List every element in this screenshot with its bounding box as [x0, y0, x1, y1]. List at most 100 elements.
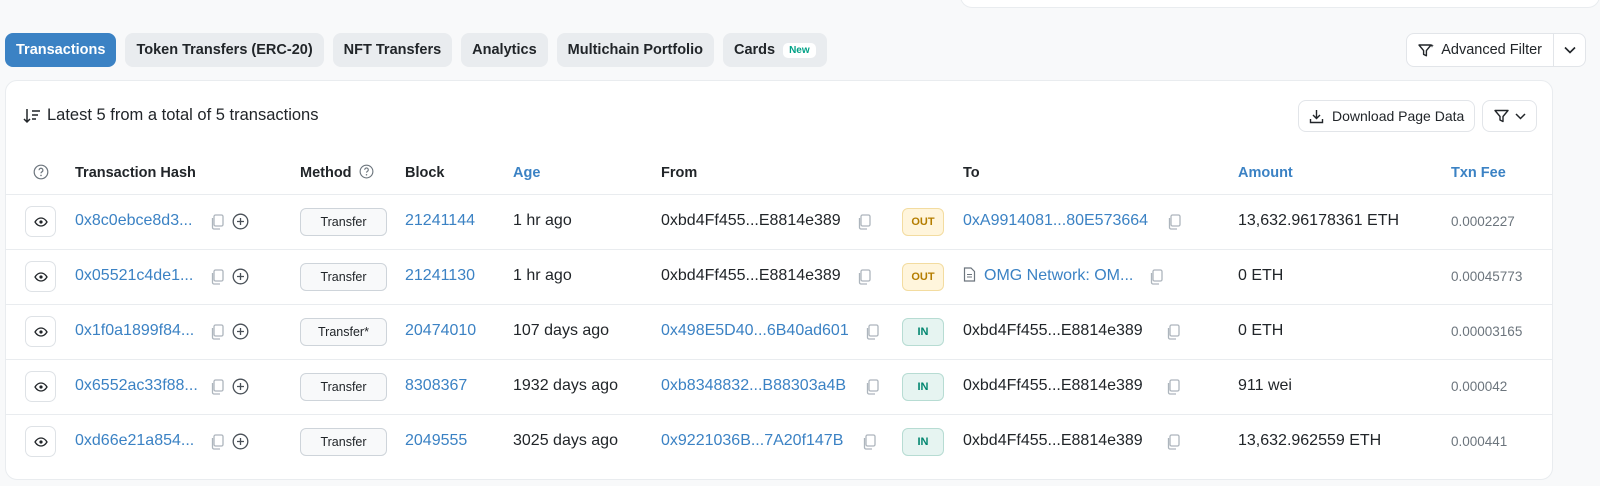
amount-text: 13,632.962559 ETH [1238, 432, 1382, 449]
preview-button[interactable] [25, 316, 56, 347]
transaction-hash-link[interactable]: 0x05521c4de1... [75, 267, 193, 285]
copy-from[interactable] [862, 433, 876, 451]
method-badge: Transfer [300, 428, 387, 456]
from-address[interactable]: 0xb8348832...B88303a4B [661, 377, 846, 395]
copy-icon[interactable] [862, 434, 876, 450]
add-note[interactable] [232, 268, 249, 286]
tab-nft-transfers[interactable]: NFT Transfers [332, 33, 453, 67]
filter-dropdown-button[interactable] [1482, 100, 1537, 132]
add-note[interactable] [232, 213, 249, 231]
new-badge: New [783, 42, 816, 58]
block-link[interactable]: 8308367 [405, 377, 467, 395]
tab-label: Token Transfers (ERC-20) [136, 42, 313, 58]
tab-bar: Transactions Token Transfers (ERC-20) NF… [5, 33, 827, 67]
download-label: Download Page Data [1332, 108, 1465, 124]
copy-hash[interactable] [210, 378, 224, 396]
eye-icon [33, 271, 48, 282]
add-note[interactable] [232, 433, 249, 451]
copy-hash[interactable] [210, 323, 224, 341]
copy-icon[interactable] [1149, 269, 1163, 285]
eye-icon [33, 436, 48, 447]
to-address[interactable]: 0xA9914081...80E573664 [963, 212, 1148, 230]
copy-icon[interactable] [857, 214, 871, 230]
copy-icon[interactable] [210, 324, 224, 340]
direction-badge: OUT [902, 208, 944, 236]
copy-icon[interactable] [865, 379, 879, 395]
add-circle-icon[interactable] [232, 213, 249, 230]
to-address: 0xbd4Ff455...E8814e389 [963, 432, 1143, 450]
copy-icon[interactable] [210, 379, 224, 395]
col-age[interactable]: Age [513, 165, 540, 181]
block-link[interactable]: 21241130 [405, 267, 475, 285]
copy-from[interactable] [857, 268, 871, 286]
advanced-filter-dropdown[interactable] [1554, 34, 1585, 66]
block-link[interactable]: 21241144 [405, 212, 475, 230]
copy-hash[interactable] [210, 268, 224, 286]
preview-button[interactable] [25, 426, 56, 457]
to-address[interactable]: OMG Network: OM... [963, 267, 1133, 285]
transaction-hash-link[interactable]: 0x8c0ebce8d3... [75, 212, 192, 230]
add-circle-icon[interactable] [232, 378, 249, 395]
tab-transactions[interactable]: Transactions [5, 33, 117, 67]
method-badge: Transfer [300, 373, 387, 401]
tab-analytics[interactable]: Analytics [461, 33, 548, 67]
copy-icon[interactable] [865, 324, 879, 340]
copy-from[interactable] [857, 213, 871, 231]
copy-icon[interactable] [1166, 324, 1180, 340]
transaction-hash-link[interactable]: 0x6552ac33f88... [75, 377, 198, 395]
copy-icon[interactable] [1167, 214, 1181, 230]
direction-badge: IN [902, 428, 944, 456]
copy-from[interactable] [865, 323, 879, 341]
tab-label: NFT Transfers [343, 42, 442, 58]
copy-icon[interactable] [210, 434, 224, 450]
tab-label: Analytics [472, 42, 537, 58]
txn-fee-text: 0.00003165 [1451, 324, 1523, 339]
copy-to[interactable] [1166, 433, 1180, 451]
tab-multichain-portfolio[interactable]: Multichain Portfolio [556, 33, 714, 67]
add-circle-icon[interactable] [232, 268, 249, 285]
transaction-hash-link[interactable]: 0x1f0a1899f84... [75, 322, 194, 340]
direction-badge: OUT [902, 263, 944, 291]
block-link[interactable]: 20474010 [405, 322, 476, 340]
download-page-data-button[interactable]: Download Page Data [1298, 100, 1476, 132]
copy-to[interactable] [1166, 323, 1180, 341]
advanced-filter-button[interactable]: Advanced Filter [1407, 34, 1554, 66]
transactions-card: Latest 5 from a total of 5 transactions … [5, 80, 1553, 480]
col-amount[interactable]: Amount [1238, 165, 1293, 181]
add-note[interactable] [232, 323, 249, 341]
tab-token-transfers[interactable]: Token Transfers (ERC-20) [125, 33, 324, 67]
advanced-filter-group: Advanced Filter [1406, 33, 1586, 67]
add-circle-icon[interactable] [232, 433, 249, 450]
col-txn-fee[interactable]: Txn Fee [1451, 165, 1506, 181]
from-address[interactable]: 0x498E5D40...6B40ad601 [661, 322, 849, 340]
help-circle-icon[interactable] [359, 164, 374, 179]
chevron-down-icon [1563, 46, 1576, 54]
table-header: Transaction Hash Method Block Age From T… [6, 151, 1552, 195]
txn-fee-text: 0.0002227 [1451, 214, 1515, 229]
from-address[interactable]: 0x9221036B...7A20f147B [661, 432, 843, 450]
block-link[interactable]: 2049555 [405, 432, 467, 450]
copy-to[interactable] [1167, 213, 1181, 231]
method-badge: Transfer* [300, 318, 387, 346]
copy-icon[interactable] [210, 214, 224, 230]
transaction-hash-link[interactable]: 0xd66e21a854... [75, 432, 194, 450]
col-transaction-hash: Transaction Hash [75, 165, 196, 181]
preview-button[interactable] [25, 206, 56, 237]
amount-text: 911 wei [1238, 377, 1292, 394]
copy-icon[interactable] [857, 269, 871, 285]
copy-icon[interactable] [1166, 434, 1180, 450]
copy-hash[interactable] [210, 433, 224, 451]
copy-from[interactable] [865, 378, 879, 396]
copy-icon[interactable] [1166, 379, 1180, 395]
preview-button[interactable] [25, 371, 56, 402]
preview-button[interactable] [25, 261, 56, 292]
add-circle-icon[interactable] [232, 323, 249, 340]
copy-to[interactable] [1166, 378, 1180, 396]
add-note[interactable] [232, 378, 249, 396]
help-circle-icon[interactable] [33, 164, 49, 180]
copy-hash[interactable] [210, 213, 224, 231]
copy-to[interactable] [1149, 268, 1163, 286]
contract-file-icon [963, 267, 976, 282]
tab-cards[interactable]: Cards New [722, 33, 827, 67]
copy-icon[interactable] [210, 269, 224, 285]
